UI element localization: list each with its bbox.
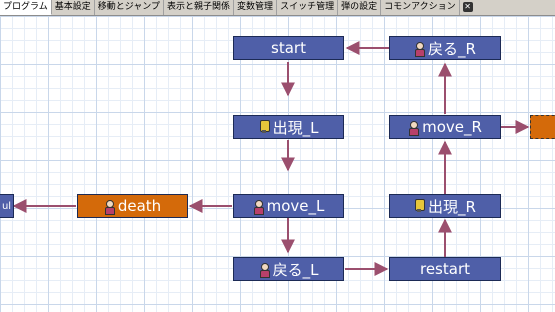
node-restart-label: restart [419, 260, 470, 278]
node-move-l[interactable]: move_L [233, 194, 344, 218]
node-modoru-l[interactable]: 戻る_L [233, 257, 344, 281]
lamp-icon [259, 120, 270, 134]
node-death[interactable]: death [77, 194, 188, 218]
node-shutsugen-l[interactable]: 出現_L [233, 115, 344, 139]
node-move-r-label: move_R [422, 118, 482, 136]
person-icon [408, 120, 420, 136]
node-left-partial-label: ul [1, 200, 12, 212]
lamp-icon [414, 199, 426, 213]
node-modoru-r-label: 戻る_R [428, 39, 476, 58]
node-modoru-r[interactable]: 戻る_R [389, 36, 501, 60]
node-death-label: death [117, 197, 162, 215]
node-start[interactable]: start [233, 36, 344, 60]
person-icon [414, 41, 426, 57]
node-restart[interactable]: restart [389, 257, 501, 281]
node-move-r[interactable]: move_R [389, 115, 501, 139]
node-move-l-label: move_L [266, 197, 325, 215]
node-right-partial[interactable] [530, 115, 555, 139]
node-modoru-l-label: 戻る_L [272, 260, 319, 279]
person-icon [104, 199, 115, 215]
node-shutsugen-r[interactable]: 出現_R [389, 194, 501, 218]
person-icon [253, 199, 264, 215]
person-icon [259, 262, 270, 278]
node-left-partial[interactable]: ul [0, 194, 14, 218]
node-shutsugen-l-label: 出現_L [272, 118, 319, 137]
node-shutsugen-r-label: 出現_R [428, 197, 476, 216]
node-start-label: start [271, 39, 306, 57]
